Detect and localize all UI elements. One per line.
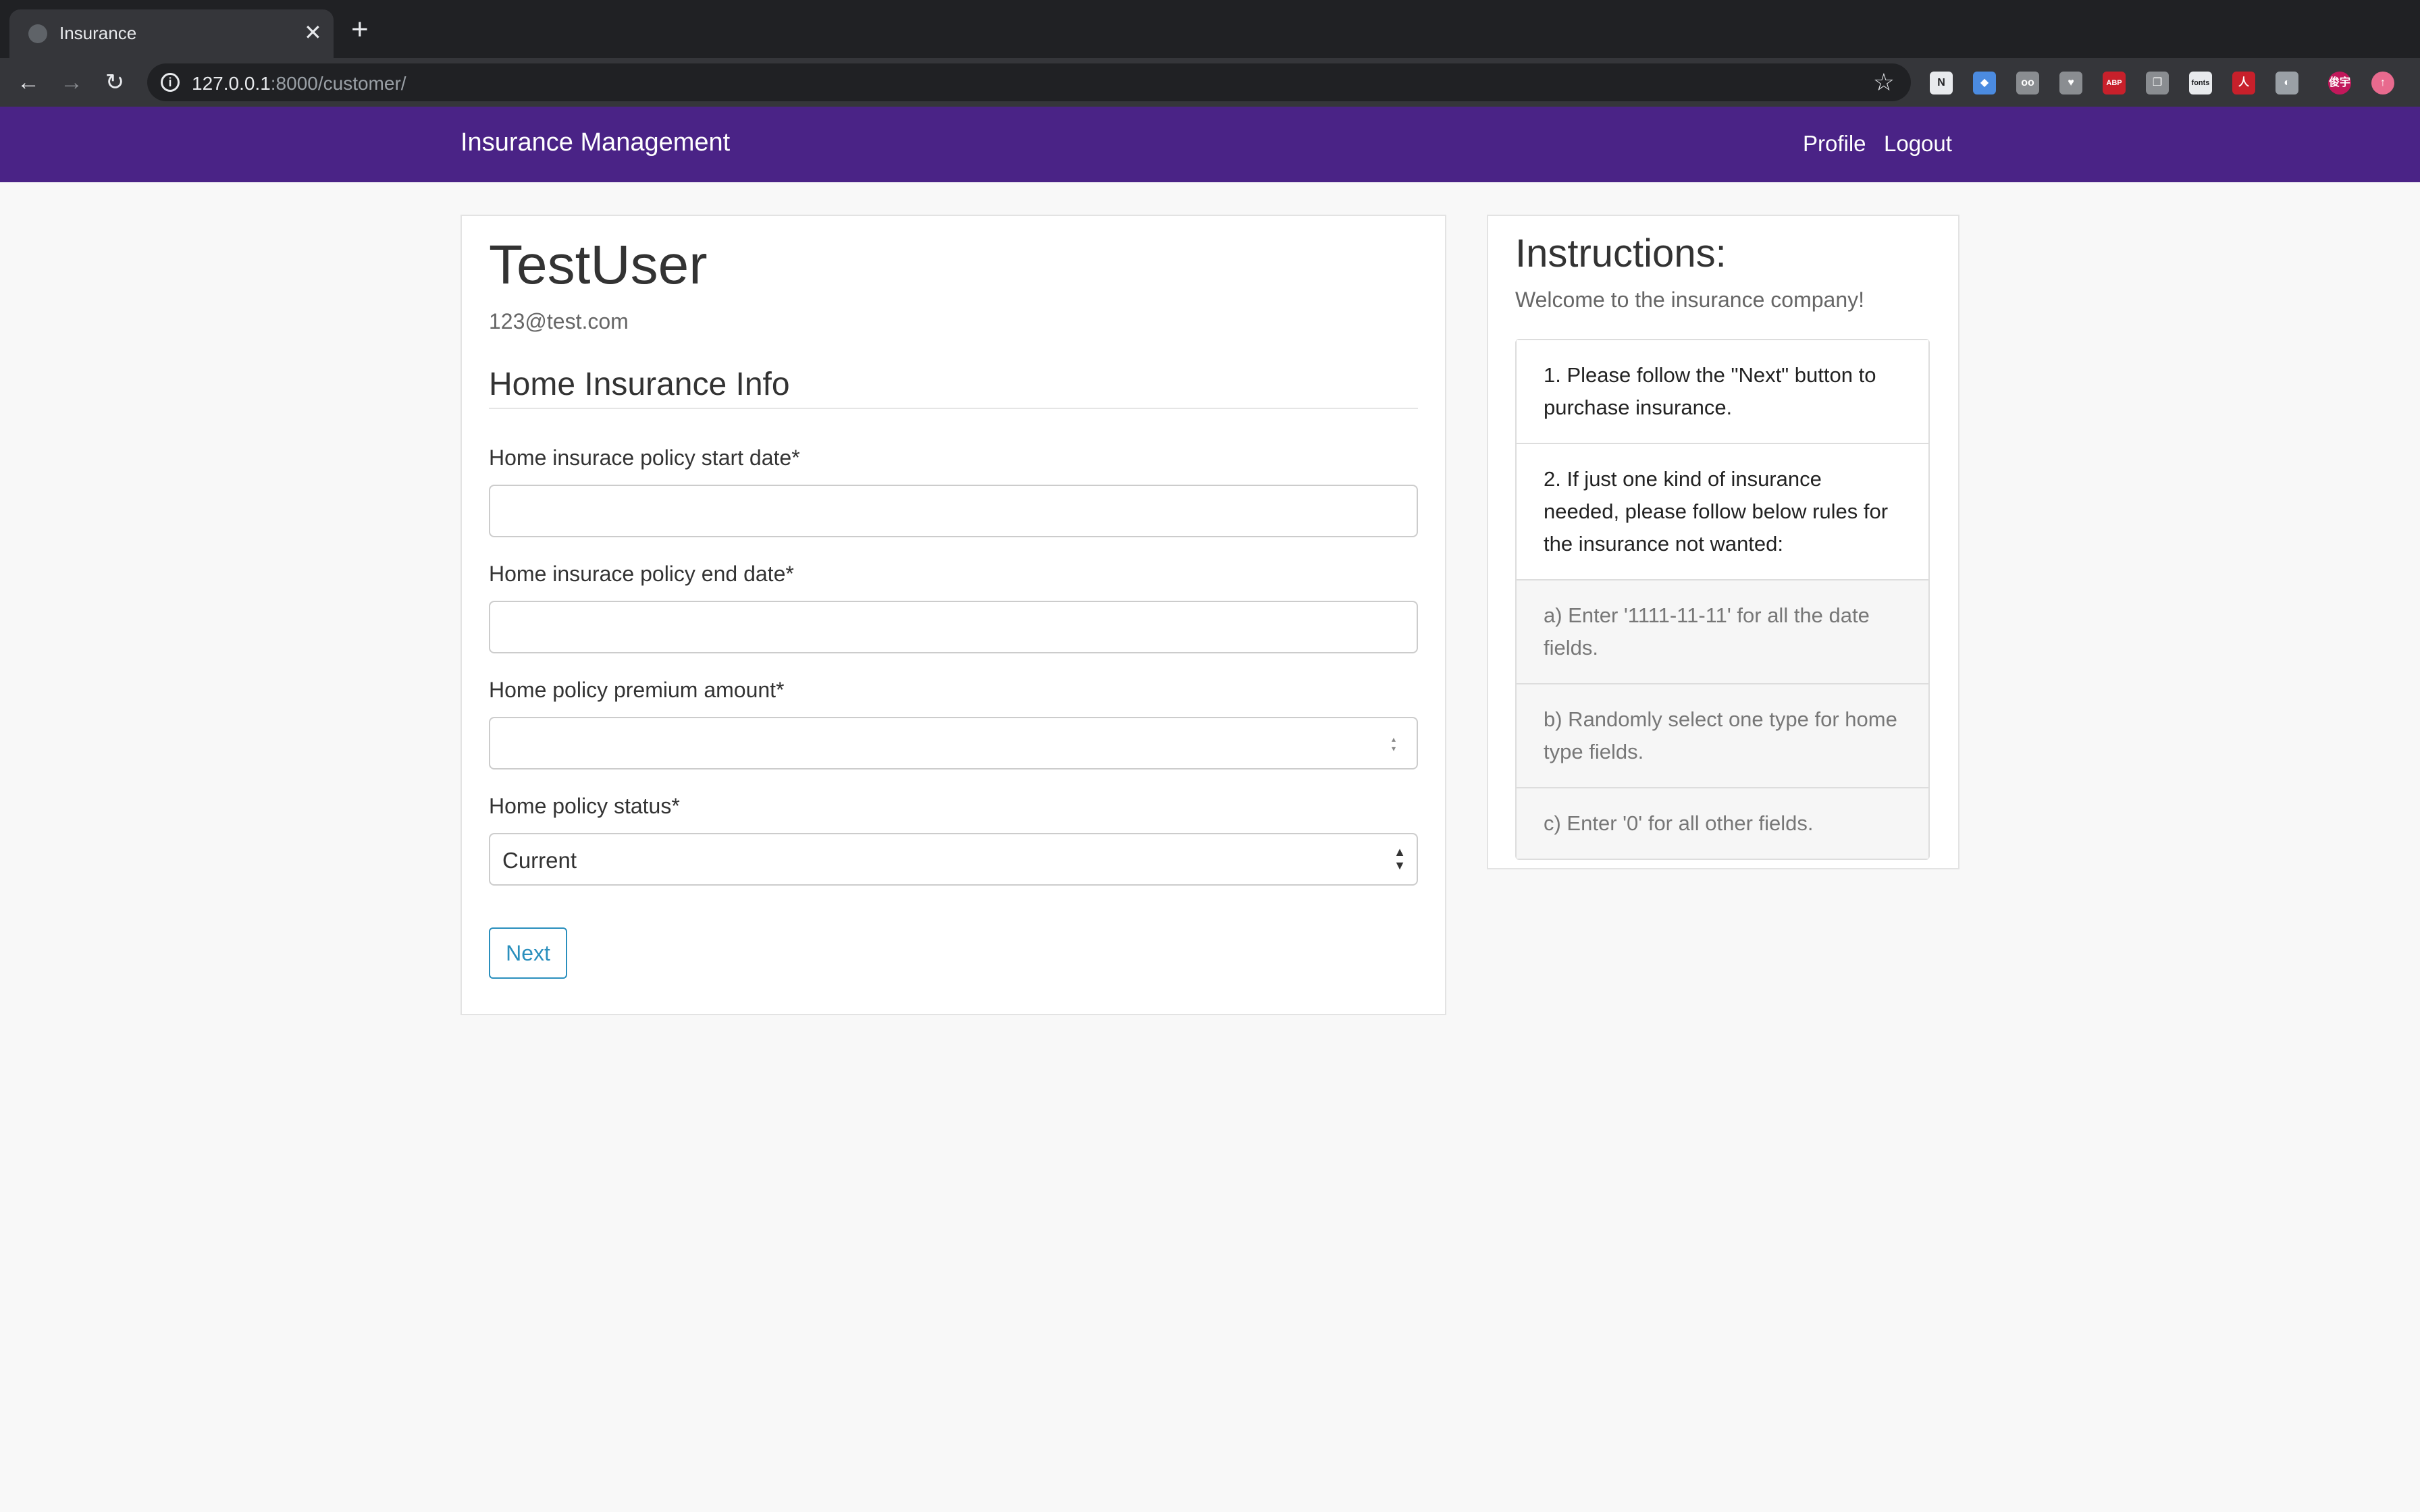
url-host: 127.0.0.1 bbox=[192, 73, 271, 94]
customer-form-card: TestUser 123@test.com Home Insurance Inf… bbox=[461, 215, 1446, 1015]
url-path: :8000/customer/ bbox=[270, 73, 406, 94]
fonts-icon[interactable]: fonts bbox=[2189, 72, 2212, 94]
browser-tab[interactable]: Insurance ✕ bbox=[9, 9, 334, 58]
premium-amount-label: Home policy premium amount* bbox=[489, 678, 785, 702]
policy-status-label: Home policy status* bbox=[489, 794, 680, 818]
acrobat-icon[interactable]: 人 bbox=[2232, 72, 2255, 94]
browser-toolbar: ← → ↻ i 127.0.0.1:8000/customer/ ☆ N ◆ oo ♥… bbox=[0, 58, 2420, 107]
user-email: 123@test.com bbox=[489, 309, 629, 333]
instructions-card: Instructions: Welcome to the insurance c… bbox=[1487, 215, 1959, 869]
shield-icon[interactable]: ◆ bbox=[1973, 72, 1996, 94]
browser-tab-bar: Insurance ✕ + bbox=[0, 0, 2420, 58]
navbar-brand[interactable]: Insurance Management bbox=[461, 128, 730, 157]
update-icon[interactable]: ↑ bbox=[2371, 72, 2394, 94]
instruction-item: 2. If just one kind of insurance needed,… bbox=[1517, 444, 1928, 580]
bookmark-star-icon[interactable]: ☆ bbox=[1873, 69, 1895, 96]
instruction-subitem: a) Enter '1111-11-11' for all the date f… bbox=[1517, 580, 1928, 684]
app-navbar: Insurance Management Profile Logout bbox=[0, 107, 2420, 182]
notion-icon[interactable]: N bbox=[1930, 72, 1953, 94]
back-arrow-icon[interactable]: ← bbox=[14, 68, 43, 97]
adblock-icon[interactable]: ABP bbox=[2103, 72, 2126, 94]
policy-status-value: Current bbox=[502, 848, 577, 873]
tab-title: Insurance bbox=[59, 23, 137, 43]
premium-amount-input[interactable]: ▴ ▾ bbox=[489, 717, 1418, 770]
page-title: TestUser bbox=[489, 234, 708, 296]
section-title: Home Insurance Info bbox=[489, 367, 790, 402]
new-tab-button[interactable]: + bbox=[351, 15, 369, 45]
instruction-subitem: b) Randomly select one type for home typ… bbox=[1517, 684, 1928, 788]
end-date-input[interactable] bbox=[489, 601, 1418, 653]
forward-arrow-icon[interactable]: → bbox=[57, 68, 86, 97]
globe-icon bbox=[28, 24, 47, 43]
compass-icon[interactable]: ◐ bbox=[2276, 72, 2298, 94]
instructions-list: 1. Please follow the "Next" button to pu… bbox=[1515, 339, 1930, 860]
site-info-icon[interactable]: i bbox=[161, 73, 180, 92]
address-bar[interactable]: i 127.0.0.1:8000/customer/ ☆ bbox=[147, 63, 1911, 101]
number-spinner-icon[interactable]: ▴ ▾ bbox=[1390, 734, 1398, 753]
section-divider bbox=[489, 408, 1418, 409]
instructions-welcome: Welcome to the insurance company! bbox=[1515, 288, 1864, 312]
profile-avatar[interactable]: 俊宇 bbox=[2328, 72, 2351, 94]
reload-icon[interactable]: ↻ bbox=[100, 68, 130, 97]
instructions-title: Instructions: bbox=[1515, 232, 1727, 275]
pocket-icon[interactable]: ♥ bbox=[2059, 72, 2082, 94]
nav-link-logout[interactable]: Logout bbox=[1884, 131, 1952, 157]
end-date-label: Home insurace policy end date* bbox=[489, 562, 794, 586]
start-date-input[interactable] bbox=[489, 485, 1418, 537]
copy-icon[interactable]: ❐ bbox=[2146, 72, 2169, 94]
start-date-label: Home insurace policy start date* bbox=[489, 446, 800, 470]
next-button[interactable]: Next bbox=[489, 927, 567, 979]
instruction-item: 1. Please follow the "Next" button to pu… bbox=[1517, 340, 1928, 444]
instruction-subitem: c) Enter '0' for all other fields. bbox=[1517, 788, 1928, 859]
close-tab-icon[interactable]: ✕ bbox=[304, 19, 322, 46]
nav-link-profile[interactable]: Profile bbox=[1803, 131, 1866, 157]
policy-status-select[interactable]: Current ▲ ▼ bbox=[489, 833, 1418, 886]
select-arrows-icon: ▲ ▼ bbox=[1394, 845, 1406, 872]
url-text[interactable]: 127.0.0.1:8000/customer/ bbox=[192, 73, 406, 94]
glasses-icon[interactable]: oo bbox=[2016, 72, 2039, 94]
